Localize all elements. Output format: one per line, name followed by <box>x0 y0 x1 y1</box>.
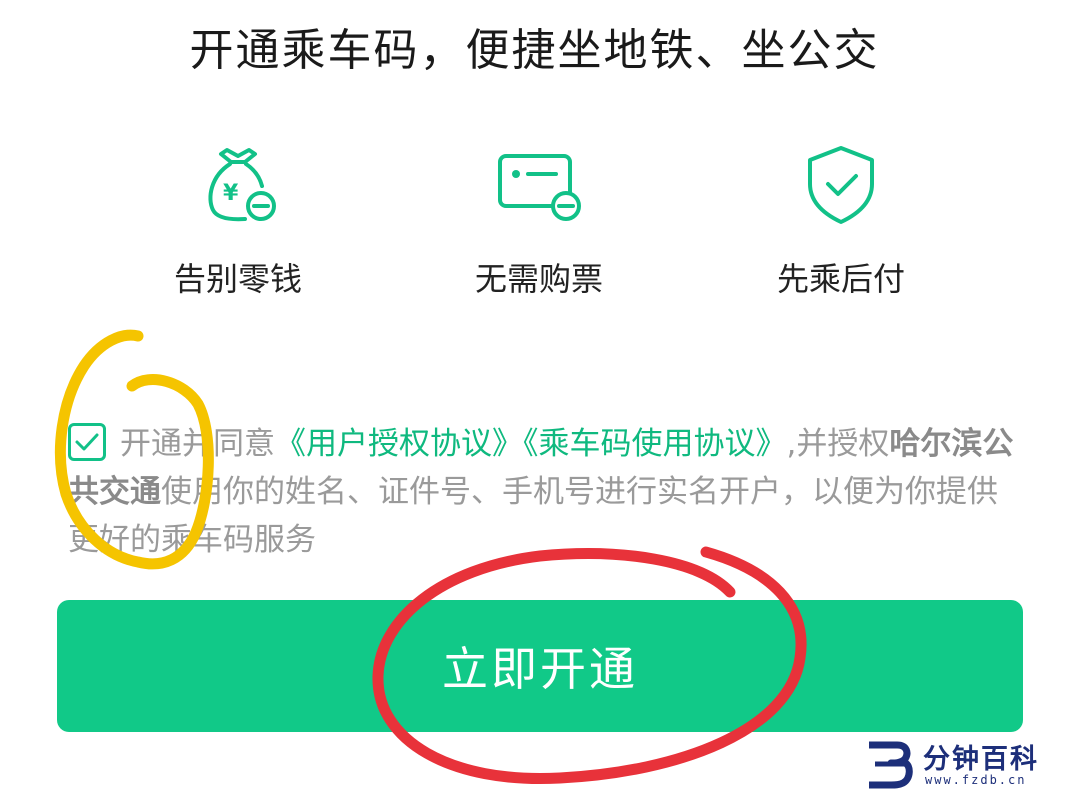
ride-code-agreement-link[interactable]: 《乘车码使用协议》 <box>523 426 787 462</box>
watermark-url: www.fzdb.cn <box>925 773 1027 787</box>
watermark: 分钟百科 www.fzdb.cn <box>865 737 1055 791</box>
feature-label: 先乘后付 <box>776 260 905 298</box>
page-title: 开通乘车码，便捷坐地铁、坐公交 <box>189 25 880 76</box>
watermark-text: 分钟百科 <box>923 744 1039 775</box>
agreement-suffix: 使用你的姓名、证件号、手机号进行实名开户，以便为你提供更好的乘车码服务 <box>68 474 998 558</box>
agreement-middle: ,并授权 <box>786 426 890 462</box>
agreement-prefix: 开通并同意 <box>120 426 275 462</box>
money-bag-minus-icon: ¥ <box>208 148 276 222</box>
feature-item-no-ticket: 无需购票 <box>409 140 669 300</box>
check-icon <box>75 433 99 451</box>
user-auth-agreement-link[interactable]: 《用户授权协议》 <box>275 426 523 462</box>
feature-item-no-change: ¥ 告别零钱 <box>108 140 368 300</box>
card-minus-icon <box>498 154 581 221</box>
agreement-checkbox[interactable] <box>68 423 106 461</box>
watermark-logo-icon <box>869 741 913 789</box>
feature-list: ¥ 告别零钱 无需购票 先乘后付 <box>0 140 1069 310</box>
currency-symbol: ¥ <box>223 181 239 206</box>
agreement-text: 开通并同意《用户授权协议》《乘车码使用协议》,并授权哈尔滨公共交通使用你的姓名、… <box>68 420 1018 564</box>
page: 开通乘车码，便捷坐地铁、坐公交 ¥ 告别零钱 无需购票 先乘后付 开通并同意《用… <box>0 0 1069 797</box>
feature-item-ride-first-pay-later: 先乘后付 <box>711 140 971 300</box>
feature-label: 无需购票 <box>474 260 603 298</box>
activate-now-button[interactable]: 立即开通 <box>57 600 1023 732</box>
shield-check-icon <box>808 146 874 224</box>
feature-label: 告别零钱 <box>173 260 302 298</box>
